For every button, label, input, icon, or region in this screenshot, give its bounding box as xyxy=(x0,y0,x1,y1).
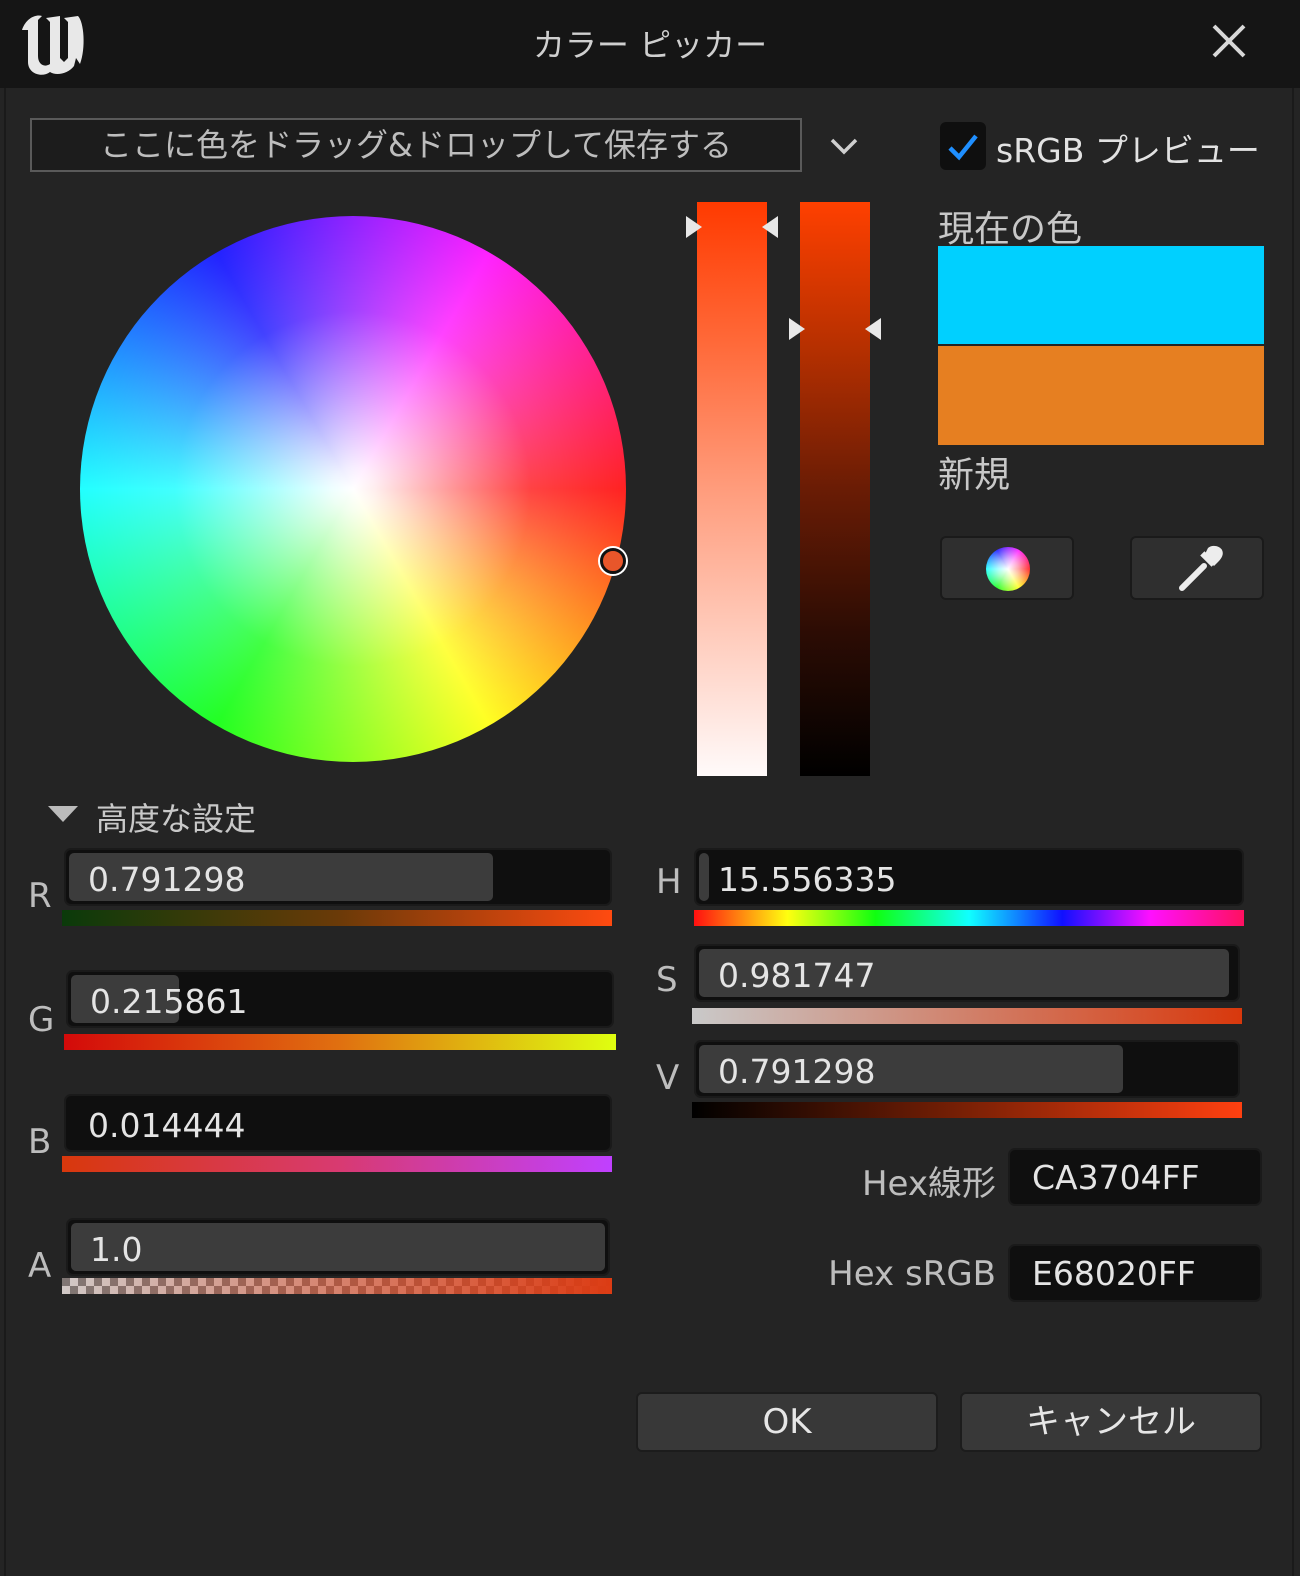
b-value-text: 0.014444 xyxy=(88,1106,246,1145)
hex-linear-label: Hex線形 xyxy=(861,1164,996,1204)
chevron-down-icon[interactable] xyxy=(826,128,862,164)
eyedropper-icon xyxy=(1179,545,1223,591)
b-gradient-slider[interactable] xyxy=(62,1156,612,1172)
v-value-field[interactable]: 0.791298 xyxy=(694,1040,1240,1098)
hex-linear-text: CA3704FF xyxy=(1032,1158,1200,1197)
current-color-label: 現在の色 xyxy=(938,209,1083,250)
eyedropper-button[interactable] xyxy=(1130,536,1264,600)
new-color-label: 新規 xyxy=(938,455,1011,496)
g-channel-label: G xyxy=(28,1000,55,1040)
b-channel-label: B xyxy=(28,1122,52,1162)
a-value-text: 1.0 xyxy=(90,1230,143,1269)
r-channel-label: R xyxy=(28,876,52,916)
cancel-button[interactable]: キャンセル xyxy=(960,1392,1262,1452)
color-wheel-icon xyxy=(986,547,1030,591)
a-value-field[interactable]: 1.0 xyxy=(66,1218,610,1276)
srgb-preview-checkbox[interactable] xyxy=(940,122,986,170)
saturation-marker-left-icon xyxy=(686,216,702,238)
color-wheel[interactable] xyxy=(80,216,626,762)
value-marker-left-icon xyxy=(789,318,805,340)
hex-linear-field[interactable]: CA3704FF xyxy=(1008,1148,1262,1206)
advanced-settings-label[interactable]: 高度な設定 xyxy=(96,794,256,840)
color-wheel-handle[interactable] xyxy=(600,548,626,574)
v-channel-label: V xyxy=(656,1058,680,1098)
h-value-text: 15.556335 xyxy=(718,860,897,899)
s-gradient-slider[interactable] xyxy=(692,1008,1242,1024)
r-value-field[interactable]: 0.791298 xyxy=(64,848,612,906)
srgb-preview-label: sRGB プレビュー xyxy=(996,131,1260,170)
a-gradient-slider[interactable] xyxy=(62,1278,612,1294)
a-channel-label: A xyxy=(28,1246,52,1286)
value-slider[interactable] xyxy=(800,202,870,776)
b-value-field[interactable]: 0.014444 xyxy=(64,1094,612,1152)
color-wheel-mode-button[interactable] xyxy=(940,536,1074,600)
value-marker-right-icon xyxy=(865,318,881,340)
g-gradient-slider[interactable] xyxy=(64,1034,616,1050)
current-color-swatch xyxy=(938,246,1264,344)
a-value-fill xyxy=(71,1223,605,1271)
hex-srgb-text: E68020FF xyxy=(1032,1254,1196,1293)
h-value-fill xyxy=(699,853,709,901)
s-channel-label: S xyxy=(656,960,678,1000)
window-title: カラー ピッカー xyxy=(532,26,768,64)
saturation-marker-right-icon xyxy=(762,216,778,238)
v-gradient-slider[interactable] xyxy=(692,1102,1242,1118)
new-color-swatch xyxy=(938,346,1264,445)
s-value-field[interactable]: 0.981747 xyxy=(694,944,1240,1002)
ok-button[interactable]: OK xyxy=(636,1392,938,1452)
saturation-slider[interactable] xyxy=(697,202,767,776)
h-value-field[interactable]: 15.556335 xyxy=(694,848,1244,906)
h-gradient-slider[interactable] xyxy=(694,910,1244,926)
h-channel-label: H xyxy=(656,862,682,902)
hex-srgb-field[interactable]: E68020FF xyxy=(1008,1244,1262,1302)
hex-srgb-label: Hex sRGB xyxy=(828,1254,996,1294)
checkmark-icon xyxy=(948,134,978,161)
close-icon[interactable] xyxy=(1204,16,1254,66)
g-value-field[interactable]: 0.215861 xyxy=(66,970,614,1028)
s-value-text: 0.981747 xyxy=(718,956,876,995)
v-value-text: 0.791298 xyxy=(718,1052,876,1091)
r-value-text: 0.791298 xyxy=(88,860,246,899)
theme-dropzone[interactable]: ここに色をドラッグ&ドロップして保存する xyxy=(30,118,802,172)
advanced-collapse-arrow-icon[interactable] xyxy=(48,806,78,822)
r-gradient-slider[interactable] xyxy=(62,910,612,926)
g-value-text: 0.215861 xyxy=(90,982,248,1021)
